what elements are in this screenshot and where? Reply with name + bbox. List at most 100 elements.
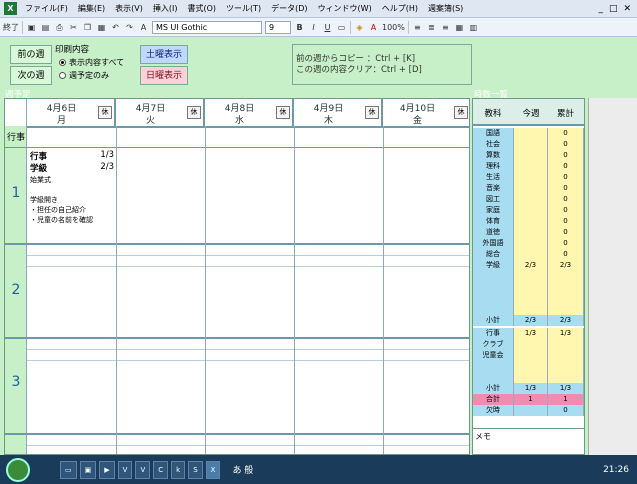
minimize-button[interactable]: _	[598, 4, 603, 14]
fill-color-icon[interactable]: ◈	[354, 21, 365, 34]
holiday-toggle[interactable]: 休	[454, 106, 468, 119]
cut-icon[interactable]: ✂	[68, 21, 79, 34]
zoom-select[interactable]: 100%	[382, 21, 405, 34]
border-icon[interactable]: ▭	[336, 21, 347, 34]
quicklaunch-icon[interactable]: ▣	[79, 460, 97, 479]
menu-window[interactable]: ウィンドウ(W)	[313, 3, 377, 14]
note-line: 始業式	[30, 176, 51, 184]
menu-help[interactable]: ヘルプ(H)	[377, 3, 423, 14]
undo-icon[interactable]: ↶	[110, 21, 121, 34]
holiday-toggle[interactable]: 休	[98, 106, 112, 119]
subject-row: 外国語 0	[473, 238, 584, 249]
quicklaunch-icon[interactable]: ▭	[60, 460, 77, 479]
taskbar-item-excel[interactable]: X	[205, 460, 221, 479]
print-option-plan[interactable]: 週予定のみ	[59, 70, 135, 81]
hours-header: 教科 今週 累計	[473, 99, 584, 126]
ime-indicator[interactable]: あ 般	[232, 463, 253, 476]
subject-count: 2/3	[100, 162, 114, 172]
end-button[interactable]: 終了	[3, 21, 19, 34]
total-value: 0	[548, 205, 584, 216]
total-value: 0	[548, 405, 584, 416]
underline-button[interactable]: U	[322, 21, 333, 34]
menu-view[interactable]: 表示(V)	[110, 3, 148, 14]
open-icon[interactable]: ▣	[26, 21, 37, 34]
taskbar-item[interactable]: V	[135, 460, 151, 479]
day-header-mon: 4月6日 月 休	[27, 99, 116, 126]
grid-line	[294, 126, 295, 454]
this-week-value	[514, 249, 548, 260]
print-icon[interactable]: ⎙	[54, 21, 65, 34]
this-week-value	[514, 282, 548, 293]
prev-week-button[interactable]: 前の週	[10, 45, 52, 64]
show-sunday-button[interactable]: 日曜表示	[140, 66, 188, 85]
save-icon[interactable]: ▤	[40, 21, 51, 34]
italic-button[interactable]: I	[308, 21, 319, 34]
grid-line	[27, 126, 469, 128]
print-options-group: 印刷内容 表示内容すべて 週予定のみ	[55, 43, 135, 85]
this-week-value	[514, 139, 548, 150]
align-left-icon[interactable]: ≡	[412, 21, 423, 34]
row-label	[473, 271, 514, 282]
quicklaunch-icon[interactable]: ▶	[99, 460, 115, 479]
total-value: 1	[548, 394, 584, 405]
grid-line	[27, 337, 469, 339]
menu-insert[interactable]: 挿入(I)	[148, 3, 183, 14]
start-button[interactable]	[6, 457, 30, 482]
total-value: 0	[548, 150, 584, 161]
align-right-icon[interactable]: ≡	[440, 21, 451, 34]
day-weekday: 月	[56, 116, 66, 126]
holiday-toggle[interactable]: 休	[276, 106, 290, 119]
menu-tools[interactable]: ツール(T)	[221, 3, 266, 14]
subject-row: 家庭 0	[473, 205, 584, 216]
align-center-icon[interactable]: ≣	[426, 21, 437, 34]
taskbar-item[interactable]: V	[117, 460, 133, 479]
radio-selected-icon[interactable]	[59, 59, 66, 66]
menu-weekplan[interactable]: 週案簿(S)	[423, 3, 468, 14]
holiday-toggle[interactable]: 休	[365, 106, 379, 119]
excel-icon[interactable]: X	[4, 2, 17, 15]
this-week-value	[514, 227, 548, 238]
paste-icon[interactable]: ▦	[96, 21, 107, 34]
font-size-select[interactable]: 9	[265, 20, 291, 34]
grid-icon[interactable]: ▦	[454, 21, 465, 34]
clock[interactable]: 21:26	[603, 465, 637, 475]
menu-bar: X ファイル(F) 編集(E) 表示(V) 挿入(I) 書式(O) ツール(T)…	[0, 0, 637, 18]
memo-area[interactable]: メモ	[473, 428, 584, 454]
row-label: 社会	[473, 139, 514, 150]
this-week-value	[514, 128, 548, 139]
holiday-toggle[interactable]: 休	[187, 106, 201, 119]
total-value	[548, 339, 584, 350]
taskbar-item[interactable]: k	[171, 460, 186, 479]
this-week-value	[514, 304, 548, 315]
toolbar-separator	[22, 20, 23, 34]
radio-icon[interactable]	[59, 72, 66, 79]
show-saturday-button[interactable]: 土曜表示	[140, 45, 188, 64]
subject-row: 図工 0	[473, 194, 584, 205]
bold-button[interactable]: B	[294, 21, 305, 34]
menu-data[interactable]: データ(D)	[266, 3, 312, 14]
subtotal-row: 小計 1/3 1/3	[473, 383, 584, 394]
restore-button[interactable]: □	[609, 4, 618, 14]
taskbar-item[interactable]: C	[153, 460, 169, 479]
font-name-select[interactable]: MS UI Gothic	[152, 20, 262, 34]
taskbar: ▭ ▣ ▶ V V C k S X あ 般 21:26	[0, 455, 637, 484]
menu-format[interactable]: 書式(O)	[182, 3, 221, 14]
toolbar-separator	[350, 20, 351, 34]
this-week-value: 1/3	[514, 383, 548, 394]
redo-icon[interactable]: ↷	[124, 21, 135, 34]
row-label: 理科	[473, 161, 514, 172]
menu-edit[interactable]: 編集(E)	[73, 3, 110, 14]
monday-p1-cell[interactable]: 行事 1/3 学級 2/3 始業式 学級開き ・担任の自己紹介 ・児童の名前を確認	[30, 150, 114, 225]
close-button[interactable]: ✕	[623, 4, 631, 14]
grid-line	[205, 126, 206, 454]
print-option-all[interactable]: 表示内容すべて	[59, 57, 135, 68]
period-2-label: 2	[11, 282, 21, 298]
copy-icon[interactable]: ❐	[82, 21, 93, 34]
menu-file[interactable]: ファイル(F)	[20, 3, 73, 14]
next-week-button[interactable]: 次の週	[10, 66, 52, 85]
this-week-value	[514, 372, 548, 383]
total-value	[548, 372, 584, 383]
font-color-icon[interactable]: A	[368, 21, 379, 34]
taskbar-item[interactable]: S	[188, 460, 203, 479]
chart-icon[interactable]: ▥	[468, 21, 479, 34]
